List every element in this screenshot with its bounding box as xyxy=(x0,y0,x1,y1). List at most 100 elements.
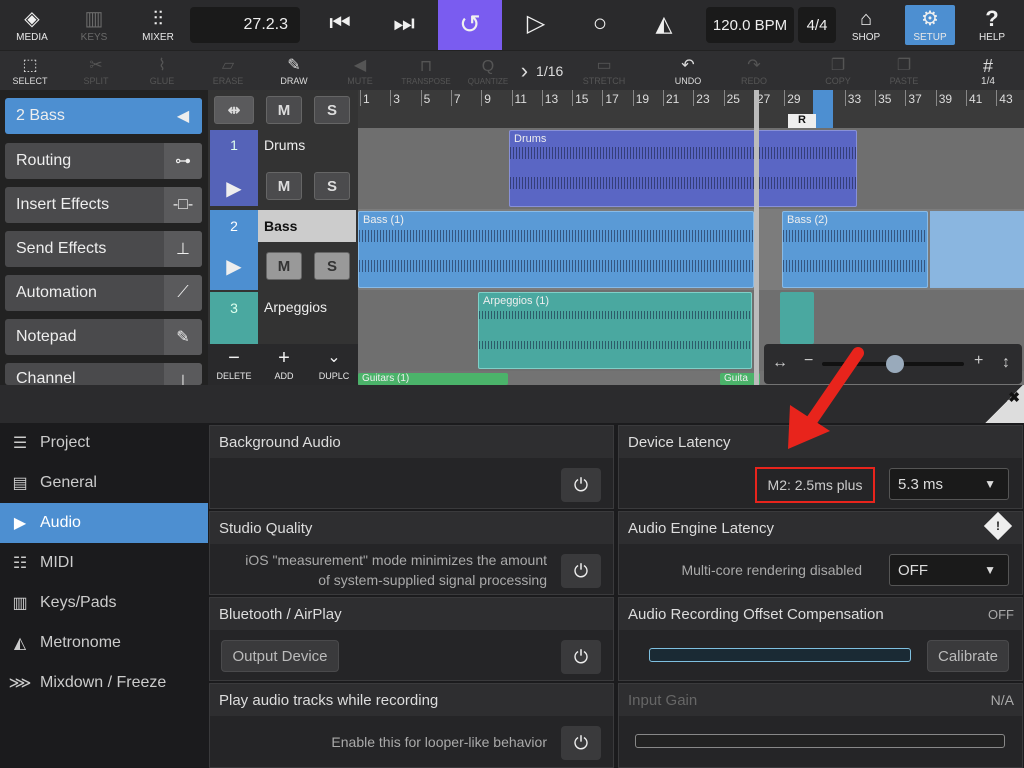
loop-button[interactable]: ↺ xyxy=(438,0,502,50)
bluetooth-toggle[interactable]: ⏻ xyxy=(561,640,601,674)
copy-button[interactable]: ❐ COPY xyxy=(814,51,862,91)
track-1-name[interactable]: Drums xyxy=(258,137,356,153)
record-button[interactable]: ○ xyxy=(578,0,622,50)
ruler-tick-line xyxy=(693,90,695,106)
nav-general[interactable]: ▤ General xyxy=(0,463,208,503)
grid-selector[interactable]: › 1/16 xyxy=(514,51,570,91)
track-layout-button[interactable]: ⇹ xyxy=(214,96,254,124)
ruler-tick: 9 xyxy=(484,92,491,106)
arrangement-timeline[interactable]: 135791113151719212325272931333537394143 … xyxy=(358,90,1024,385)
select-tool[interactable]: ⬚ SELECT xyxy=(6,51,54,91)
media-button[interactable]: ◈ MEDIA xyxy=(8,0,56,50)
duplicate-chevron-icon: ⌄ xyxy=(327,349,341,366)
transpose-tool[interactable]: ⊓ TRANSPOSE xyxy=(398,51,454,91)
mixer-button[interactable]: ⫶⫶ MIXER xyxy=(134,0,182,50)
play-while-recording-toggle[interactable]: ⏻ xyxy=(561,726,601,760)
snap-button[interactable]: #1/4 xyxy=(964,51,1012,91)
global-mute-button[interactable]: M xyxy=(266,96,302,124)
keys-button[interactable]: ▥ KEYS xyxy=(70,0,118,50)
position-display[interactable]: 27.2.3 xyxy=(190,7,300,43)
sidebar-item-send-effects[interactable]: Send Effects ⊥ xyxy=(5,231,202,267)
media-icon: ◈ xyxy=(24,7,40,30)
sidebar-item-automation[interactable]: Automation ⟋ xyxy=(5,275,202,311)
panel-title: Input Gain xyxy=(619,684,1022,716)
metronome-button[interactable]: ◭ xyxy=(642,0,686,50)
clip-arpeggios-1[interactable]: Arpeggios (1) xyxy=(478,292,752,369)
duplicate-track-button[interactable]: ⌄ DUPLC xyxy=(312,344,356,384)
nav-metronome[interactable]: ◭ Metronome xyxy=(0,623,208,663)
sidebar-item-routing[interactable]: Routing ⊶ xyxy=(5,143,202,179)
selected-track-header[interactable]: 2 Bass ◀ xyxy=(5,98,202,134)
paste-button[interactable]: ❐ PASTE xyxy=(880,51,928,91)
nav-audio[interactable]: ▶ Audio xyxy=(0,503,208,543)
vertical-zoom-icon[interactable]: ↕ xyxy=(1002,354,1010,372)
input-gain-slider[interactable] xyxy=(635,734,1005,748)
clip-arpeggios-2[interactable] xyxy=(780,292,814,344)
undo-button[interactable]: ↶ UNDO xyxy=(664,51,712,91)
help-button[interactable]: ? HELP xyxy=(970,0,1014,50)
engine-latency-panel: Audio Engine Latency ! Multi-core render… xyxy=(618,511,1023,595)
close-settings-button[interactable]: ✖ xyxy=(984,385,1024,423)
output-device-button[interactable]: Output Device xyxy=(221,640,339,672)
background-audio-panel: Background Audio ⏻ xyxy=(209,425,614,509)
rewind-button[interactable]: ⏮ xyxy=(318,0,362,50)
stretch-tool[interactable]: ▭ STRETCH xyxy=(578,51,630,91)
studio-quality-toggle[interactable]: ⏻ xyxy=(561,554,601,588)
track-2-play[interactable]: ▶ xyxy=(210,248,258,284)
track-1-mute[interactable]: M xyxy=(266,172,302,200)
ruler-tick: 21 xyxy=(666,92,680,106)
exclamation-glyph: ! xyxy=(996,519,1000,533)
quantize-tool[interactable]: Q QUANTIZE xyxy=(462,51,514,91)
mute-tool[interactable]: ◀ MUTE xyxy=(336,51,384,91)
background-audio-toggle[interactable]: ⏻ xyxy=(561,468,601,502)
track-2-solo[interactable]: S xyxy=(314,252,350,280)
waveform xyxy=(783,230,927,242)
play-button[interactable]: ▷ xyxy=(514,0,558,50)
zoom-slider-thumb[interactable] xyxy=(886,355,904,373)
redo-button[interactable]: ↷ REDO xyxy=(730,51,778,91)
track-1-play[interactable]: ▶ xyxy=(210,170,258,206)
ruler-tick: 25 xyxy=(726,92,740,106)
track-3-name[interactable]: Arpeggios xyxy=(258,299,356,315)
track-2-name[interactable]: Bass xyxy=(258,218,356,234)
sidebar-item-channel[interactable]: Channel ⊥ xyxy=(5,363,202,385)
nav-project[interactable]: ☰ Project xyxy=(0,423,208,463)
erase-tool[interactable]: ▱ ERASE xyxy=(204,51,252,91)
nav-midi[interactable]: ☷ MIDI xyxy=(0,543,208,583)
glue-tool[interactable]: ⌇ GLUE xyxy=(138,51,186,91)
device-latency-select[interactable]: 5.3 ms ▼ xyxy=(889,468,1009,500)
sidebar-item-insert-effects[interactable]: Insert Effects -□- xyxy=(5,187,202,223)
ruler-tick-line xyxy=(935,90,937,106)
calibrate-button[interactable]: Calibrate xyxy=(927,640,1009,672)
engine-latency-select[interactable]: OFF ▼ xyxy=(889,554,1009,586)
routing-icon: ⊶ xyxy=(164,143,202,179)
nav-mixdown-freeze[interactable]: ⋙ Mixdown / Freeze xyxy=(0,663,208,703)
clip-drums[interactable]: Drums xyxy=(509,130,857,207)
panel-title: Background Audio xyxy=(210,426,613,458)
clip-bass-2[interactable]: Bass (2) xyxy=(782,211,928,288)
dropdown-arrow-icon: ▼ xyxy=(984,477,996,491)
split-tool[interactable]: ✂ SPLIT xyxy=(72,51,120,91)
forward-button[interactable]: ⏭ xyxy=(382,0,426,50)
timeline-ruler[interactable]: 135791113151719212325272931333537394143 xyxy=(358,90,1024,128)
clip-bass-1[interactable]: Bass (1) xyxy=(358,211,754,288)
delete-track-button[interactable]: − DELETE xyxy=(212,344,256,384)
sidebar-item-notepad[interactable]: Notepad ✎ xyxy=(5,319,202,355)
play-icon: ▶ xyxy=(13,515,27,532)
track-2-mute[interactable]: M xyxy=(266,252,302,280)
setup-button[interactable]: ⚙ SETUP xyxy=(905,5,955,45)
shop-button[interactable]: ⌂ SHOP xyxy=(844,0,888,50)
draw-tool[interactable]: ✎ DRAW xyxy=(270,51,318,91)
time-signature-display[interactable]: 4/4 xyxy=(798,7,836,43)
global-solo-button[interactable]: S xyxy=(314,96,350,124)
zoom-in-icon[interactable]: + xyxy=(974,352,983,370)
device-latency-info: M2: 2.5ms plus xyxy=(755,467,875,503)
clip-guitars-1[interactable]: Guitars (1) xyxy=(358,373,508,385)
add-track-button[interactable]: + ADD xyxy=(262,344,306,384)
loop-range-marker[interactable] xyxy=(813,90,833,128)
loop-end-marker[interactable]: R xyxy=(788,114,816,128)
nav-keys-pads[interactable]: ▥ Keys/Pads xyxy=(0,583,208,623)
tempo-display[interactable]: 120.0 BPM xyxy=(706,7,794,43)
playhead[interactable] xyxy=(754,90,759,385)
track-1-solo[interactable]: S xyxy=(314,172,350,200)
